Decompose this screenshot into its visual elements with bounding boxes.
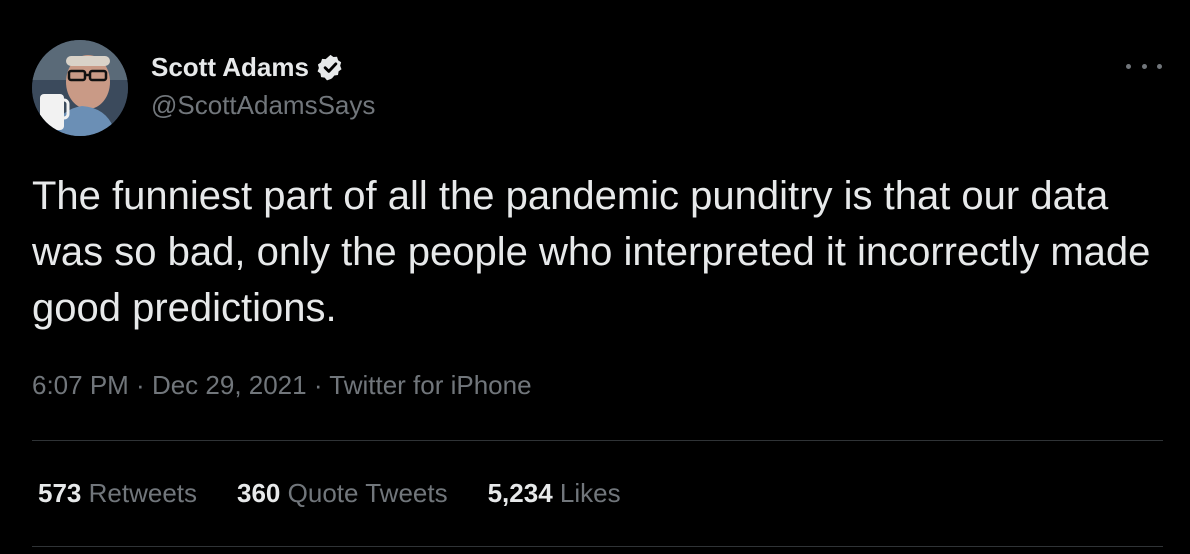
quote-tweets-label: Quote Tweets xyxy=(287,478,448,508)
verified-badge-icon xyxy=(316,53,345,82)
meta-separator: · xyxy=(128,370,152,400)
tweet-time[interactable]: 6:07 PM xyxy=(32,370,129,400)
quote-tweets-stat[interactable]: 360 Quote Tweets xyxy=(237,478,448,509)
tweet-date[interactable]: Dec 29, 2021 xyxy=(152,370,307,400)
retweets-stat[interactable]: 573 Retweets xyxy=(38,478,197,509)
engagement-stats: 573 Retweets 360 Quote Tweets 5,234 Like… xyxy=(38,478,661,509)
quote-tweets-count: 360 xyxy=(237,478,281,508)
author-name-row: Scott Adams xyxy=(151,50,345,84)
tweet-card: Scott Adams @ScottAdamsSays The funniest… xyxy=(0,0,1190,554)
author-name[interactable]: Scott Adams xyxy=(151,52,309,83)
tweet-source[interactable]: Twitter for iPhone xyxy=(329,370,531,400)
likes-count: 5,234 xyxy=(487,478,553,508)
likes-label: Likes xyxy=(559,478,621,508)
tweet-metadata: 6:07 PM · Dec 29, 2021 · Twitter for iPh… xyxy=(32,370,532,401)
more-options-icon[interactable] xyxy=(1126,58,1162,74)
retweets-count: 573 xyxy=(38,478,82,508)
divider xyxy=(32,440,1163,441)
divider xyxy=(32,546,1163,547)
avatar-photo-icon xyxy=(32,40,128,136)
likes-stat[interactable]: 5,234 Likes xyxy=(488,478,621,509)
retweets-label: Retweets xyxy=(88,478,198,508)
meta-separator: · xyxy=(306,370,330,400)
author-handle[interactable]: @ScottAdamsSays xyxy=(151,90,375,121)
avatar[interactable] xyxy=(32,40,128,136)
tweet-text: The funniest part of all the pandemic pu… xyxy=(32,174,1151,330)
